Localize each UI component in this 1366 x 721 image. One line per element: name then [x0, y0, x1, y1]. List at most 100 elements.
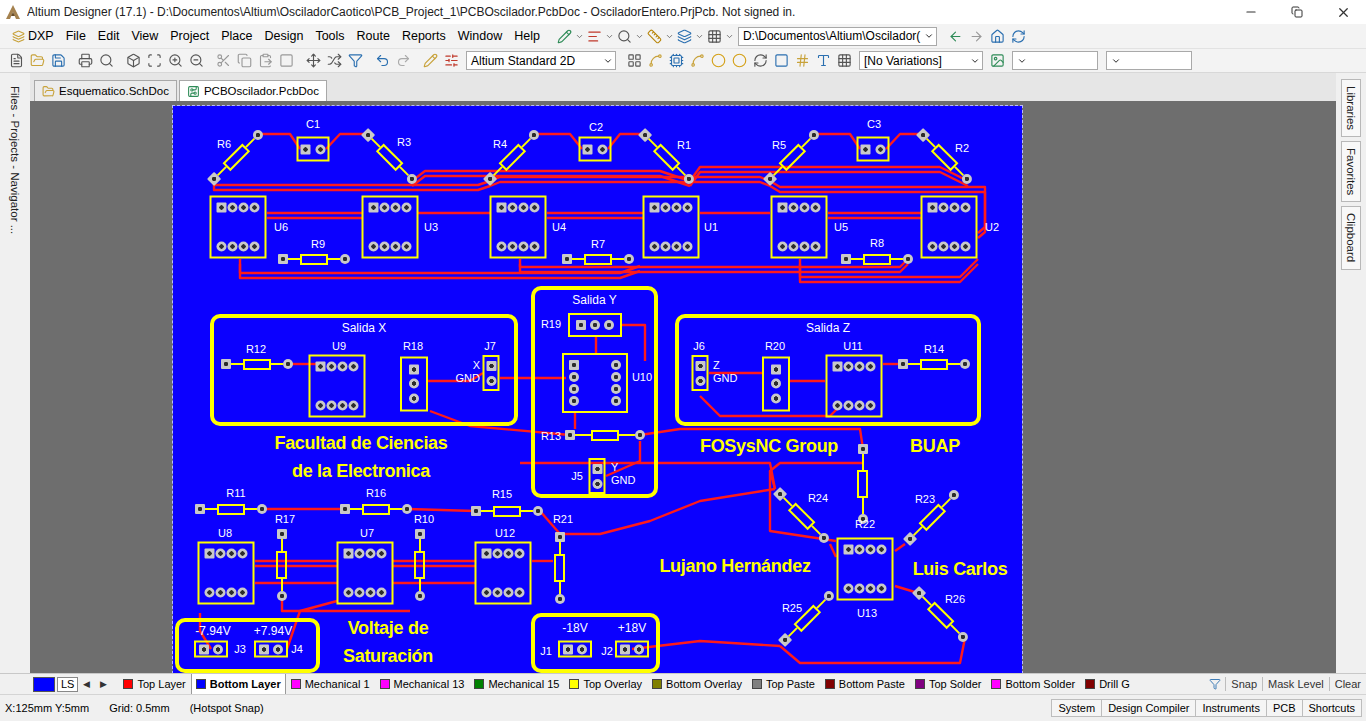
menu-item[interactable]: Project [164, 25, 215, 47]
ic-footprint[interactable] [826, 355, 883, 418]
trace[interactable] [895, 544, 905, 551]
layer-tab[interactable]: Bottom Paste [820, 674, 910, 694]
tool-icon[interactable] [144, 50, 165, 72]
potentiometer-footprint[interactable] [568, 313, 622, 337]
trace[interactable] [800, 259, 978, 277]
resistor-footprint[interactable] [195, 503, 267, 515]
resistor-footprint[interactable] [857, 444, 869, 524]
empty-select[interactable] [1106, 51, 1192, 70]
trace[interactable] [258, 134, 300, 149]
tool-icon[interactable] [441, 50, 462, 72]
tool-icon[interactable] [393, 50, 414, 72]
tool-icon[interactable] [584, 25, 605, 47]
trace[interactable] [828, 217, 921, 219]
trace[interactable] [532, 560, 553, 562]
menu-item[interactable]: View [125, 25, 164, 47]
dropdown-caret[interactable] [665, 32, 674, 41]
layer-tab[interactable]: Top Paste [747, 674, 820, 694]
trace[interactable] [255, 565, 337, 567]
tool-icon[interactable] [666, 50, 687, 72]
menu-item[interactable]: Edit [92, 25, 126, 47]
trace[interactable] [267, 212, 362, 214]
pcb-canvas[interactable]: Salida XSalida YSalida ZR6C1R3R4C2R1R5C3… [30, 101, 1336, 673]
panel-tab[interactable]: Clipboard [1341, 206, 1361, 269]
connector-footprint[interactable] [483, 355, 500, 391]
ic-footprint[interactable] [771, 196, 828, 259]
minimize-button[interactable] [1228, 0, 1274, 24]
ic-footprint[interactable] [921, 196, 978, 259]
tool-icon[interactable] [729, 50, 750, 72]
dropdown-caret[interactable] [605, 32, 614, 41]
trace[interactable] [547, 217, 643, 219]
tool-icon[interactable] [614, 25, 635, 47]
tool-icon[interactable] [75, 50, 96, 72]
view-mode-select[interactable]: Altium Standard 2D [466, 51, 616, 70]
menu-item[interactable]: Tools [309, 25, 350, 47]
resistor-footprint[interactable] [915, 127, 974, 186]
tool-icon[interactable] [674, 25, 695, 47]
tool-icon[interactable] [624, 50, 645, 72]
trace[interactable] [535, 134, 582, 149]
ic-footprint[interactable] [337, 542, 394, 605]
connector-footprint[interactable] [589, 458, 606, 494]
potentiometer-footprint[interactable] [762, 357, 790, 412]
panel-tab[interactable]: Files - Projects - Navigator ... [5, 79, 25, 241]
layer-options-icon[interactable] [1204, 673, 1225, 695]
trace[interactable] [690, 167, 968, 181]
tool-icon[interactable] [303, 50, 324, 72]
tool-icon[interactable] [27, 50, 48, 72]
ic-footprint[interactable] [210, 196, 267, 259]
resistor-footprint[interactable] [471, 505, 543, 517]
trace[interactable] [780, 638, 965, 663]
capacitor-footprint[interactable] [857, 137, 890, 162]
resistor-footprint[interactable] [898, 358, 970, 370]
dropdown-caret[interactable] [695, 32, 704, 41]
trace[interactable] [393, 560, 475, 562]
tool-icon[interactable] [48, 50, 69, 72]
panel-button[interactable]: Shortcuts [1302, 699, 1362, 717]
panel-button[interactable]: System [1051, 699, 1101, 717]
menu-item[interactable]: Window [452, 25, 508, 47]
tool-icon[interactable] [186, 50, 207, 72]
document-tab[interactable]: PCBOscilador.PcbDoc [179, 80, 327, 101]
pcb-board[interactable]: Salida XSalida YSalida ZR6C1R3R4C2R1R5C3… [173, 106, 1022, 673]
layer-tab[interactable]: Bottom Layer [191, 674, 286, 694]
potentiometer-footprint[interactable] [400, 357, 428, 412]
connector-footprint[interactable] [692, 355, 709, 391]
tool-icon[interactable] [276, 50, 297, 72]
resistor-footprint[interactable] [554, 532, 566, 604]
connector-footprint[interactable] [194, 641, 228, 658]
path-select[interactable]: D:\Documentos\Altium\Oscilador( [738, 27, 937, 46]
resistor-footprint[interactable] [777, 588, 836, 647]
close-button[interactable] [1320, 0, 1366, 24]
tool-icon[interactable] [834, 50, 855, 72]
layer-tab[interactable]: Mechanical 13 [375, 674, 470, 694]
tool-icon[interactable] [213, 50, 234, 72]
tool-icon[interactable] [324, 50, 345, 72]
trace[interactable] [770, 463, 863, 489]
tool-icon[interactable] [420, 50, 441, 72]
tool-icon[interactable] [345, 50, 366, 72]
resistor-footprint[interactable] [562, 253, 634, 265]
trace[interactable] [770, 181, 985, 233]
connector-footprint[interactable] [615, 641, 649, 658]
connector-footprint[interactable] [254, 641, 288, 658]
trace[interactable] [282, 598, 410, 611]
resistor-footprint[interactable] [762, 127, 821, 186]
resistor-footprint[interactable] [206, 127, 265, 186]
tool-icon[interactable] [687, 50, 708, 72]
tool-icon[interactable] [704, 25, 725, 47]
resistor-footprint[interactable] [278, 253, 350, 265]
resistor-footprint[interactable] [221, 358, 293, 370]
layer-tab[interactable]: Mechanical 15 [469, 674, 564, 694]
trace[interactable] [547, 212, 643, 214]
trace[interactable] [690, 172, 968, 186]
menu-item[interactable]: Reports [396, 25, 452, 47]
trace[interactable] [214, 184, 490, 190]
capacitor-footprint[interactable] [579, 137, 612, 162]
tool-icon[interactable] [96, 50, 117, 72]
ic-footprint[interactable] [362, 196, 419, 259]
layer-tab[interactable]: Bottom Solder [986, 674, 1080, 694]
trace[interactable] [790, 380, 825, 382]
connector-footprint[interactable] [558, 641, 592, 658]
